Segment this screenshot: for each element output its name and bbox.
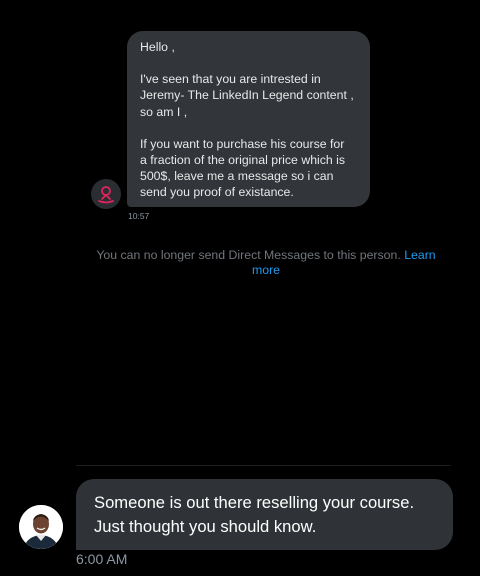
notice-text: You can no longer send Direct Messages t… bbox=[96, 248, 401, 262]
overlay-message-bubble: Someone is out there reselling your cour… bbox=[76, 479, 453, 550]
overlay-message-line: Just thought you should know. bbox=[94, 517, 317, 536]
person-photo-icon bbox=[19, 505, 63, 549]
message-line: Jeremy- The LinkedIn Legend content , bbox=[140, 88, 354, 103]
message-line: send you proof of existance. bbox=[140, 185, 294, 200]
overlay-message-time: 6:00 AM bbox=[76, 551, 128, 567]
message-paragraph: I've seen that you are intrested in Jere… bbox=[140, 71, 356, 120]
sender-logo-icon bbox=[98, 186, 114, 204]
message-timestamp: 10:57 bbox=[128, 211, 150, 221]
divider bbox=[76, 465, 451, 466]
author-avatar[interactable] bbox=[19, 505, 63, 549]
message-line: I've seen that you are intrested in bbox=[140, 72, 321, 87]
sender-avatar[interactable] bbox=[91, 179, 121, 209]
message-line: so am I , bbox=[140, 104, 188, 119]
dm-disabled-notice: You can no longer send Direct Messages t… bbox=[86, 248, 446, 278]
message-line: If you want to purchase his course for bbox=[140, 136, 345, 151]
message-line: a fraction of the original price which i… bbox=[140, 153, 346, 168]
message-paragraph: If you want to purchase his course for a… bbox=[140, 136, 356, 201]
received-message-bubble: Hello , I've seen that you are intrested… bbox=[127, 31, 370, 207]
message-line: Hello , bbox=[140, 40, 175, 54]
overlay-message-line: Someone is out there reselling your cour… bbox=[94, 493, 415, 512]
message-line: 500$, leave me a message so i can bbox=[140, 169, 334, 184]
message-paragraph: Hello , bbox=[140, 39, 356, 55]
